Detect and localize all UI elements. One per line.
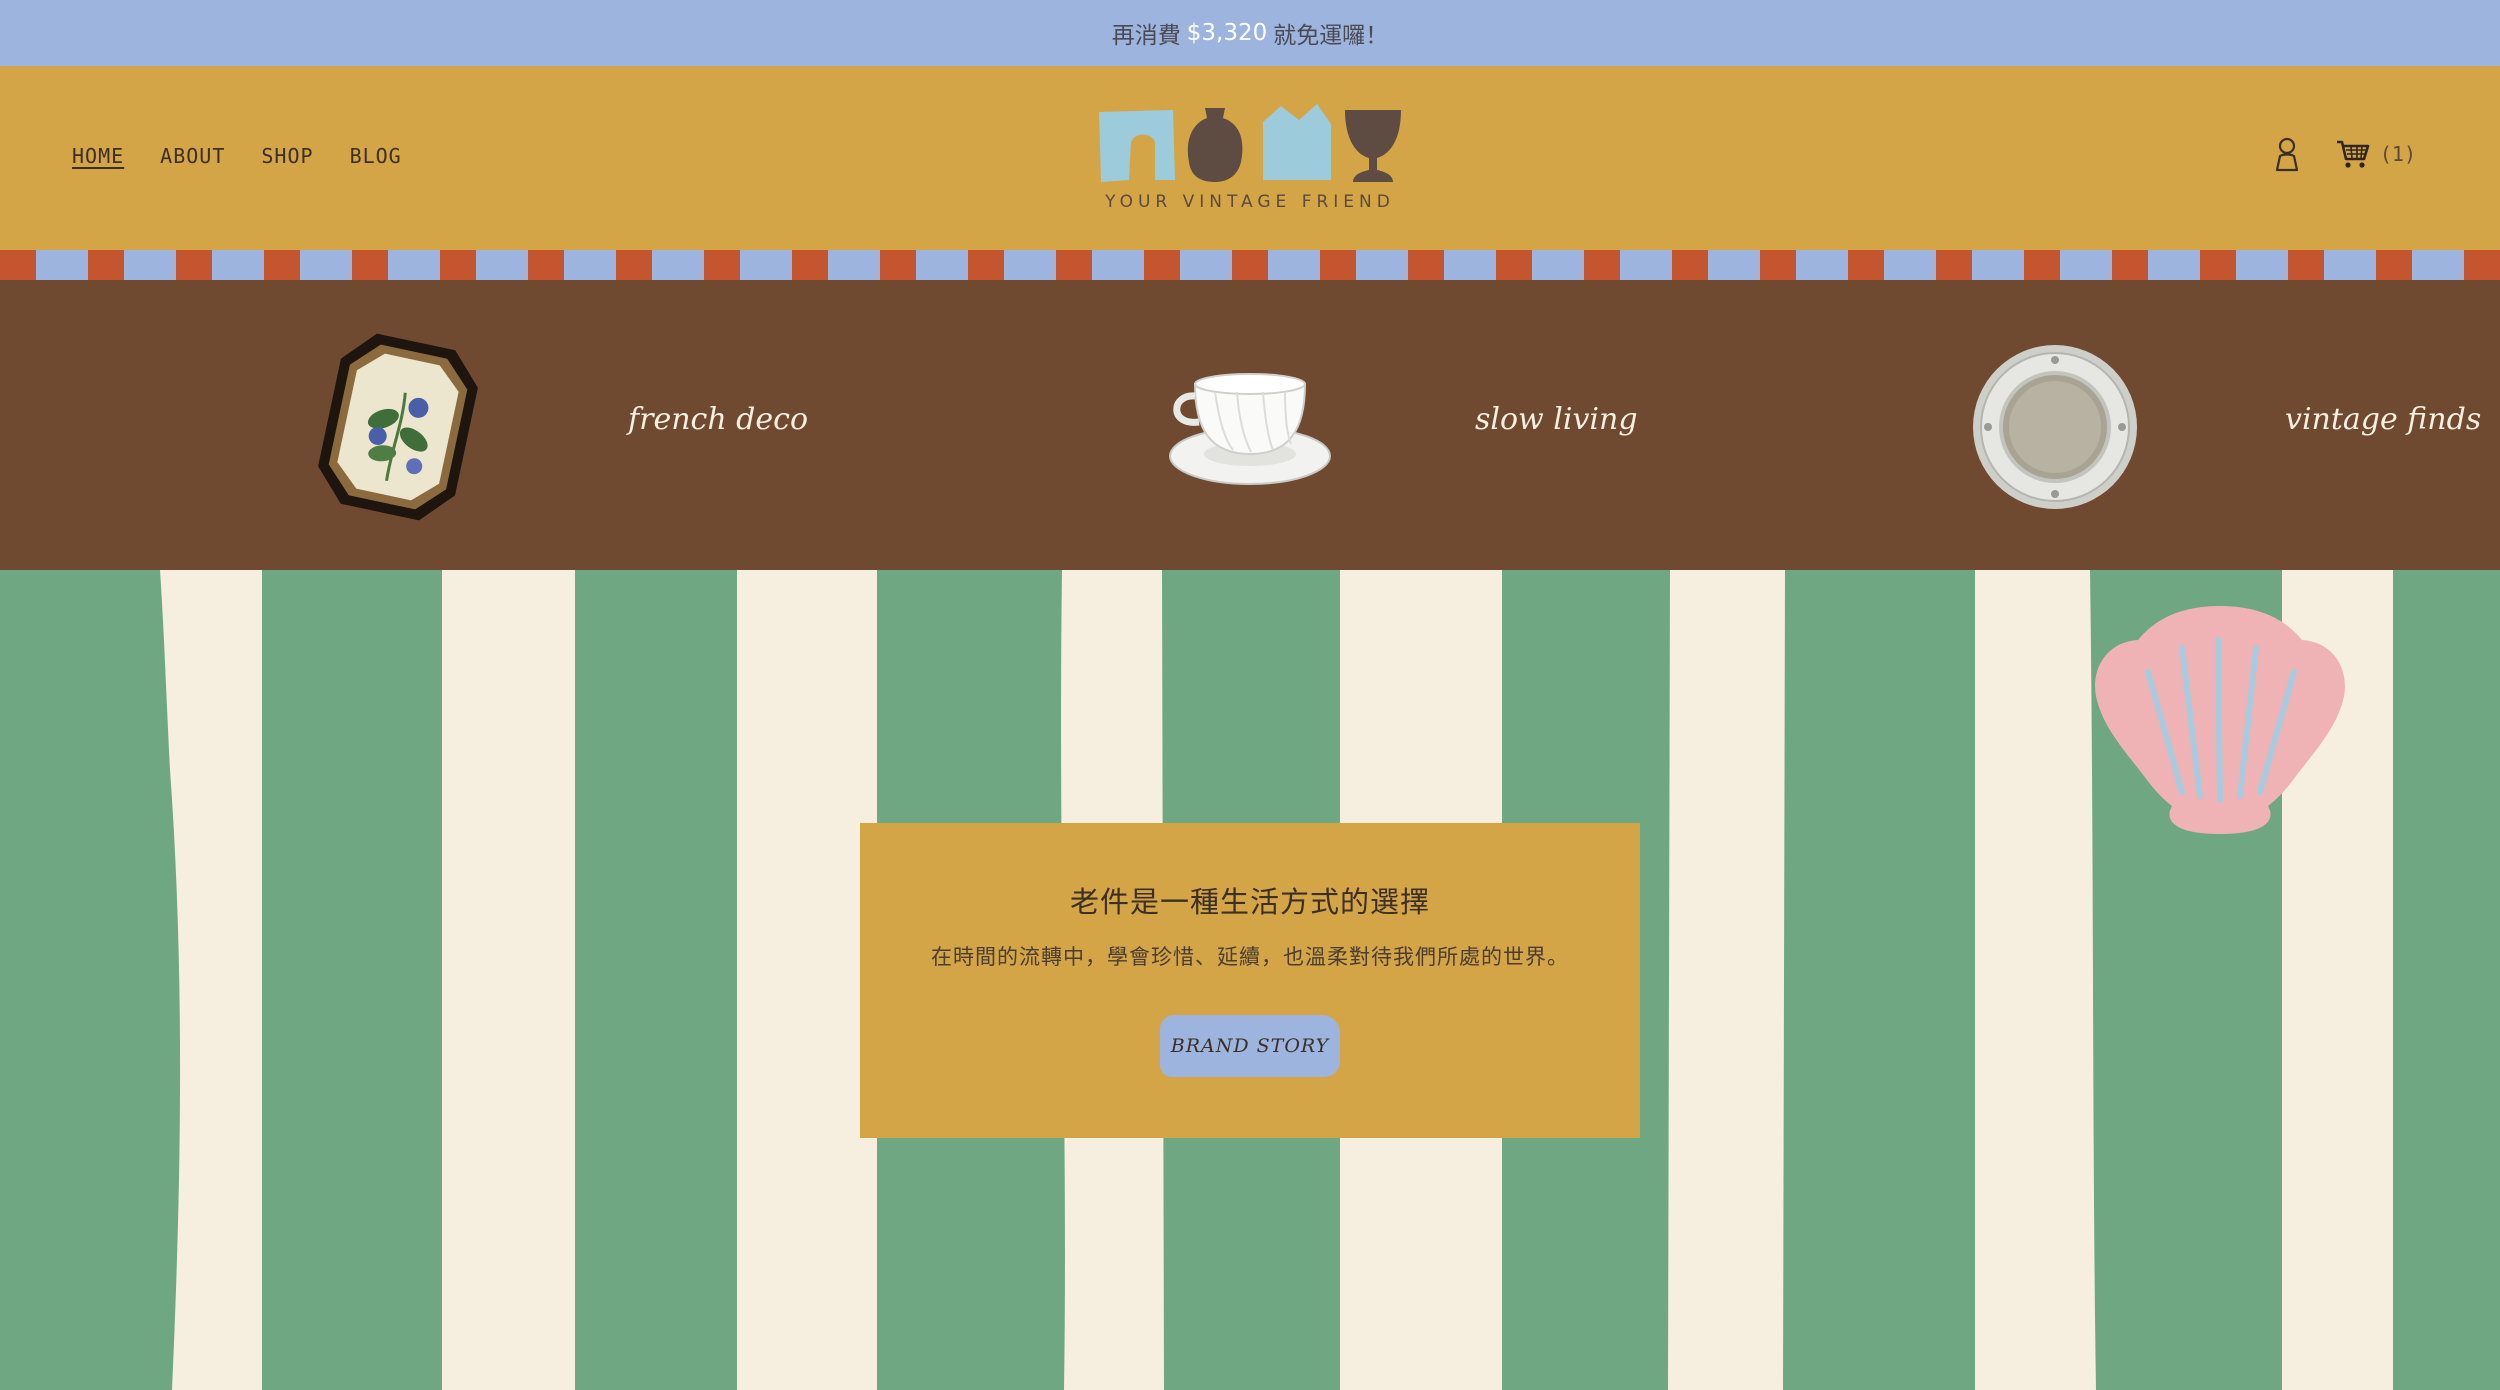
category-slow-living[interactable]: slow living [1165,280,1638,570]
category-french-deco[interactable]: french deco [318,280,818,570]
category-label: vintage finds [2285,402,2482,437]
cart-button[interactable]: (1) [2336,139,2416,169]
site-logo[interactable]: YOUR VINTAGE FRIEND [1095,102,1405,222]
hero-card: 老件是一種生活方式的選擇 在時間的流轉中，學會珍惜、延續，也溫柔對待我們所處的世… [860,823,1640,1138]
user-icon [2275,137,2298,172]
announcement-bar: 再消費 $3,320 就免運囉！ [0,0,2500,66]
hero-subtitle: 在時間的流轉中，學會珍惜、延續，也溫柔對待我們所處的世界。 [931,945,1569,969]
seashell-decoration [2095,606,2345,834]
cart-count: (1) [2379,142,2416,166]
header-icons: (1) [2274,136,2416,172]
nav-about[interactable]: ABOUT [160,144,225,168]
framed-print-image [318,333,478,521]
logo-mark [1099,104,1401,182]
decorative-stripe-border [0,250,2500,280]
announcement-amount: $3,320 [1186,20,1268,46]
category-label: french deco [628,402,808,437]
category-label: slow living [1475,402,1638,437]
nav-blog[interactable]: BLOG [350,144,402,168]
nav-home[interactable]: HOME [72,144,124,168]
announcement-prefix: 再消費 [1111,23,1181,49]
account-button[interactable] [2274,136,2300,172]
cart-icon [2336,140,2370,168]
site-header: HOME ABOUT SHOP BLOG YOUR VINTAGE FRIEND [0,66,2500,250]
category-band: french deco slow living vintage finds [0,280,2500,570]
announcement-suffix: 就免運囉！ [1273,23,1389,49]
hero-section: 老件是一種生活方式的選擇 在時間的流轉中，學會珍惜、延續，也溫柔對待我們所處的世… [0,570,2500,1390]
hero-title: 老件是一種生活方式的選擇 [1069,885,1430,919]
logo-tagline: YOUR VINTAGE FRIEND [1105,192,1395,212]
teacup-image [1169,373,1331,485]
main-nav: HOME ABOUT SHOP BLOG [72,144,402,168]
silver-tray-image [1973,345,2137,509]
category-vintage-finds[interactable]: vintage finds [1970,280,2481,570]
nav-shop[interactable]: SHOP [261,144,313,168]
brand-story-button[interactable]: BRAND STORY [1160,1015,1340,1077]
